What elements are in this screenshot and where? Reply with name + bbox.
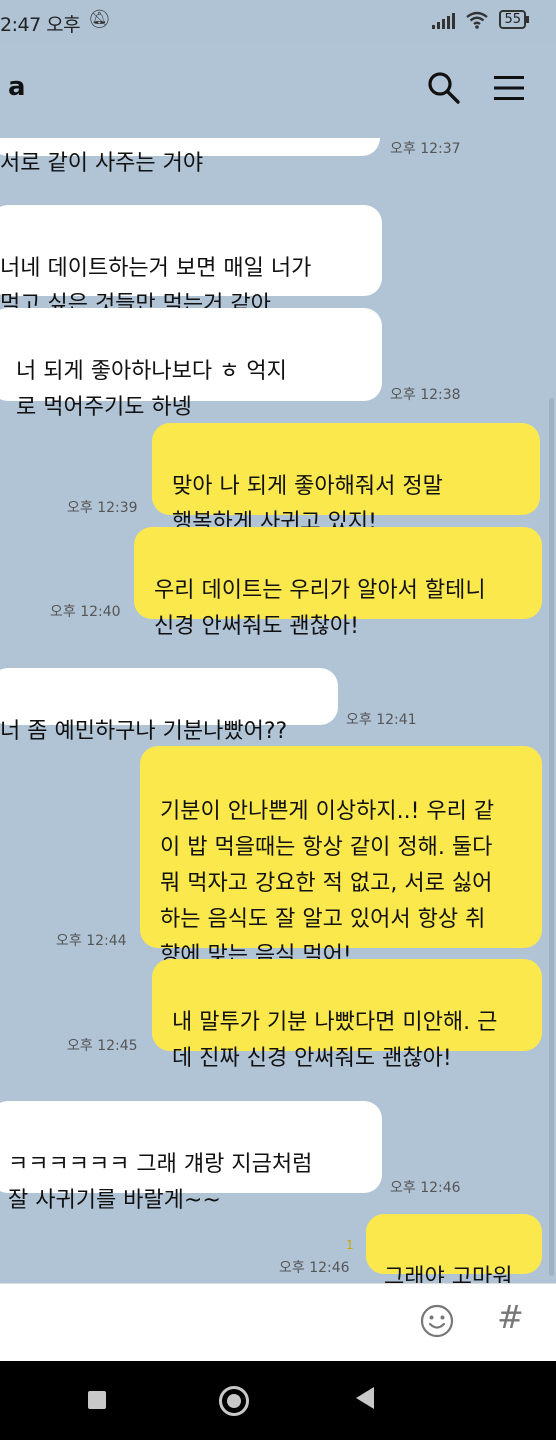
message-bubble-sent[interactable]: 우리 데이트는 우리가 알아서 할테니 신경 안써줘도 괜찮아!	[134, 527, 542, 639]
message-bubble-sent[interactable]: 그래야 고마워	[366, 1214, 542, 1283]
android-nav-bar	[0, 1361, 556, 1440]
search-icon[interactable]	[426, 70, 462, 106]
message-bubble-received[interactable]: 너 좀 예민하구나 기분나빴어??	[0, 668, 338, 744]
home-circle-icon[interactable]	[219, 1386, 249, 1416]
chat-scrollbar[interactable]	[549, 398, 554, 1276]
message-text: 너 좀 예민하구나 기분나빴어??	[0, 719, 288, 744]
battery-icon: 55	[499, 10, 529, 29]
message-timestamp: 오후 12:39	[67, 500, 138, 516]
square-icon[interactable]	[88, 1391, 106, 1409]
triangle-back-icon[interactable]	[356, 1387, 374, 1409]
message-bubble-received[interactable]: 너네 데이트하는거 보면 매일 너가 먹고 싶은 것들만 먹는거 같아	[0, 205, 382, 317]
emoji-icon[interactable]	[420, 1304, 454, 1338]
message-timestamp: 오후 12:38	[390, 387, 461, 403]
message-text: 너 되게 좋아하나보다 ㅎ 억지 로 먹어주기도 하넹	[16, 359, 287, 420]
chat-area[interactable]: 서로 같이 사주는 거야 오후 12:37 너네 데이트하는거 보면 매일 너가…	[0, 0, 556, 1283]
hamburger-menu-icon[interactable]	[492, 74, 526, 102]
message-text: 맞아 나 되게 좋아해줘서 정말 행복하게 사귀고 있지!	[172, 474, 443, 535]
message-text: 우리 데이트는 우리가 알아서 할테니 신경 안써줘도 괜찮아!	[154, 578, 486, 639]
chat-header: a	[0, 42, 556, 138]
chat-title: a	[8, 72, 26, 102]
message-timestamp: 오후 12:40	[50, 604, 121, 620]
battery-level: 55	[504, 12, 521, 27]
message-timestamp: 오후 12:37	[390, 141, 461, 157]
message-bubble-received[interactable]: 너 되게 좋아하나보다 ㅎ 억지 로 먹어주기도 하넹	[0, 308, 382, 420]
message-text: 내 말투가 기분 나빴다면 미안해. 근 데 진짜 신경 안써줘도 괜찮아!	[172, 1010, 498, 1071]
message-bubble-sent[interactable]: 내 말투가 기분 나빴다면 미안해. 근 데 진짜 신경 안써줘도 괜찮아!	[152, 959, 542, 1071]
message-bubble-received[interactable]: ㅋㅋㅋㅋㅋㅋ 그래 걔랑 지금처럼 잘 사귀기를 바랄게~~	[0, 1101, 382, 1213]
message-timestamp: 오후 12:44	[56, 933, 127, 949]
message-input-bar[interactable]: #	[0, 1283, 556, 1362]
message-text: 기분이 안나쁜게 이상하지..! 우리 같 이 밥 먹을때는 항상 같이 정해.…	[160, 799, 495, 968]
unread-count: 1	[346, 1238, 354, 1252]
message-bubble-sent[interactable]: 맞아 나 되게 좋아해줘서 정말 행복하게 사귀고 있지!	[152, 423, 540, 535]
hashtag-button[interactable]: #	[497, 1298, 524, 1336]
message-timestamp: 오후 12:46	[390, 1180, 461, 1196]
message-bubble-sent[interactable]: 기분이 안나쁜게 이상하지..! 우리 같 이 밥 먹을때는 항상 같이 정해.…	[140, 746, 542, 968]
status-icons: 55	[432, 10, 529, 29]
message-text: ㅋㅋㅋㅋㅋㅋ 그래 걔랑 지금처럼 잘 사귀기를 바랄게~~	[8, 1152, 313, 1213]
bell-off-icon: 🔕︎	[88, 9, 111, 30]
message-text: 서로 같이 사주는 거야	[0, 151, 204, 176]
status-bar: 2:47 오후 🔕︎ 55	[0, 0, 556, 42]
message-text: 그래야 고마워	[384, 1265, 513, 1283]
message-timestamp: 오후 12:45	[67, 1038, 138, 1054]
message-timestamp: 오후 12:46	[279, 1260, 350, 1276]
wifi-icon	[466, 11, 489, 29]
message-timestamp: 오후 12:41	[346, 712, 417, 728]
status-time: 2:47 오후	[0, 14, 81, 36]
signal-icon	[432, 11, 456, 29]
